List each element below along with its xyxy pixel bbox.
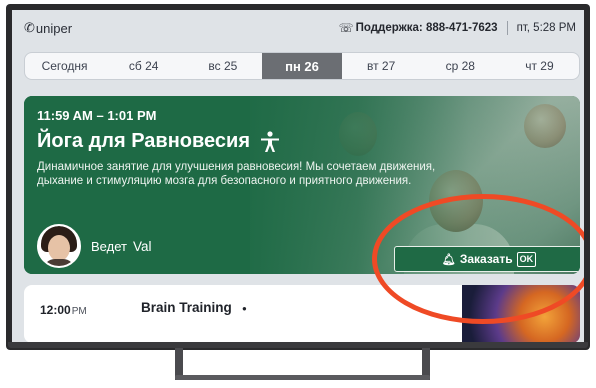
class-title-row: Йога для Равновесия [37,130,280,153]
host-label: Ведет [91,238,127,254]
day-tabs: Сегодня сб 24 вс 25 пн 26 вт 27 ср 28 чт… [24,52,580,80]
logo: ✆ uniper [24,20,72,36]
support-label[interactable]: Поддержка: 888-471-7623 [356,22,498,34]
top-bar: ✆ uniper ☏ Поддержка: 888-471-7623 пт, 5… [12,10,584,46]
phone-icon: ☏ [338,21,354,35]
class-description: Динамичное занятие для улучшения равнове… [37,161,436,187]
avatar [37,224,81,268]
uniper-logo-icon: ✆ [24,20,35,35]
tv-stand [175,348,430,380]
class-start-time: 12:00 [40,303,71,317]
featured-class-card[interactable]: 11:59 AM – 1:01 PM Йога для Равновесия Д… [24,96,580,274]
class-title: Йога для Равновесия [37,130,250,152]
live-dot-icon: ● [242,304,247,313]
top-bar-right: ☏ Поддержка: 888-471-7623 пт, 5:28 PM [339,21,576,35]
current-datetime: пт, 5:28 PM [516,22,576,34]
class-thumbnail [462,285,580,342]
class-name: Brain Training [141,300,232,315]
class-time-range: 11:59 AM – 1:01 PM [37,108,157,123]
host-name: Val [132,238,152,254]
class-time: 12:00PM [40,303,87,317]
tv-stand-base [175,375,430,380]
book-label: Заказать [459,252,513,266]
class-meridiem: PM [71,306,87,317]
tab-mon-26[interactable]: пн 26 [262,53,342,79]
tab-wed-28[interactable]: ср 28 [421,53,500,79]
ok-key-badge: OK [516,251,537,267]
tab-thu-29[interactable]: чт 29 [500,53,579,79]
tv-screen: ✆ uniper ☏ Поддержка: 888-471-7623 пт, 5… [12,10,584,342]
book-button[interactable]: 🔔︎ Заказать OK [394,246,580,272]
host-info: Ведет Val [37,224,151,268]
class-list-item[interactable]: 12:00PM Brain Training ● [24,285,580,342]
logo-text: uniper [35,20,73,36]
balance-pose-icon [261,130,279,152]
divider [506,21,508,35]
tab-sun-25[interactable]: вс 25 [183,53,262,79]
tab-today[interactable]: Сегодня [25,53,104,79]
tab-sat-24[interactable]: сб 24 [104,53,183,79]
bell-icon: 🔔︎ [441,253,456,266]
tab-tue-27[interactable]: вт 27 [342,53,421,79]
